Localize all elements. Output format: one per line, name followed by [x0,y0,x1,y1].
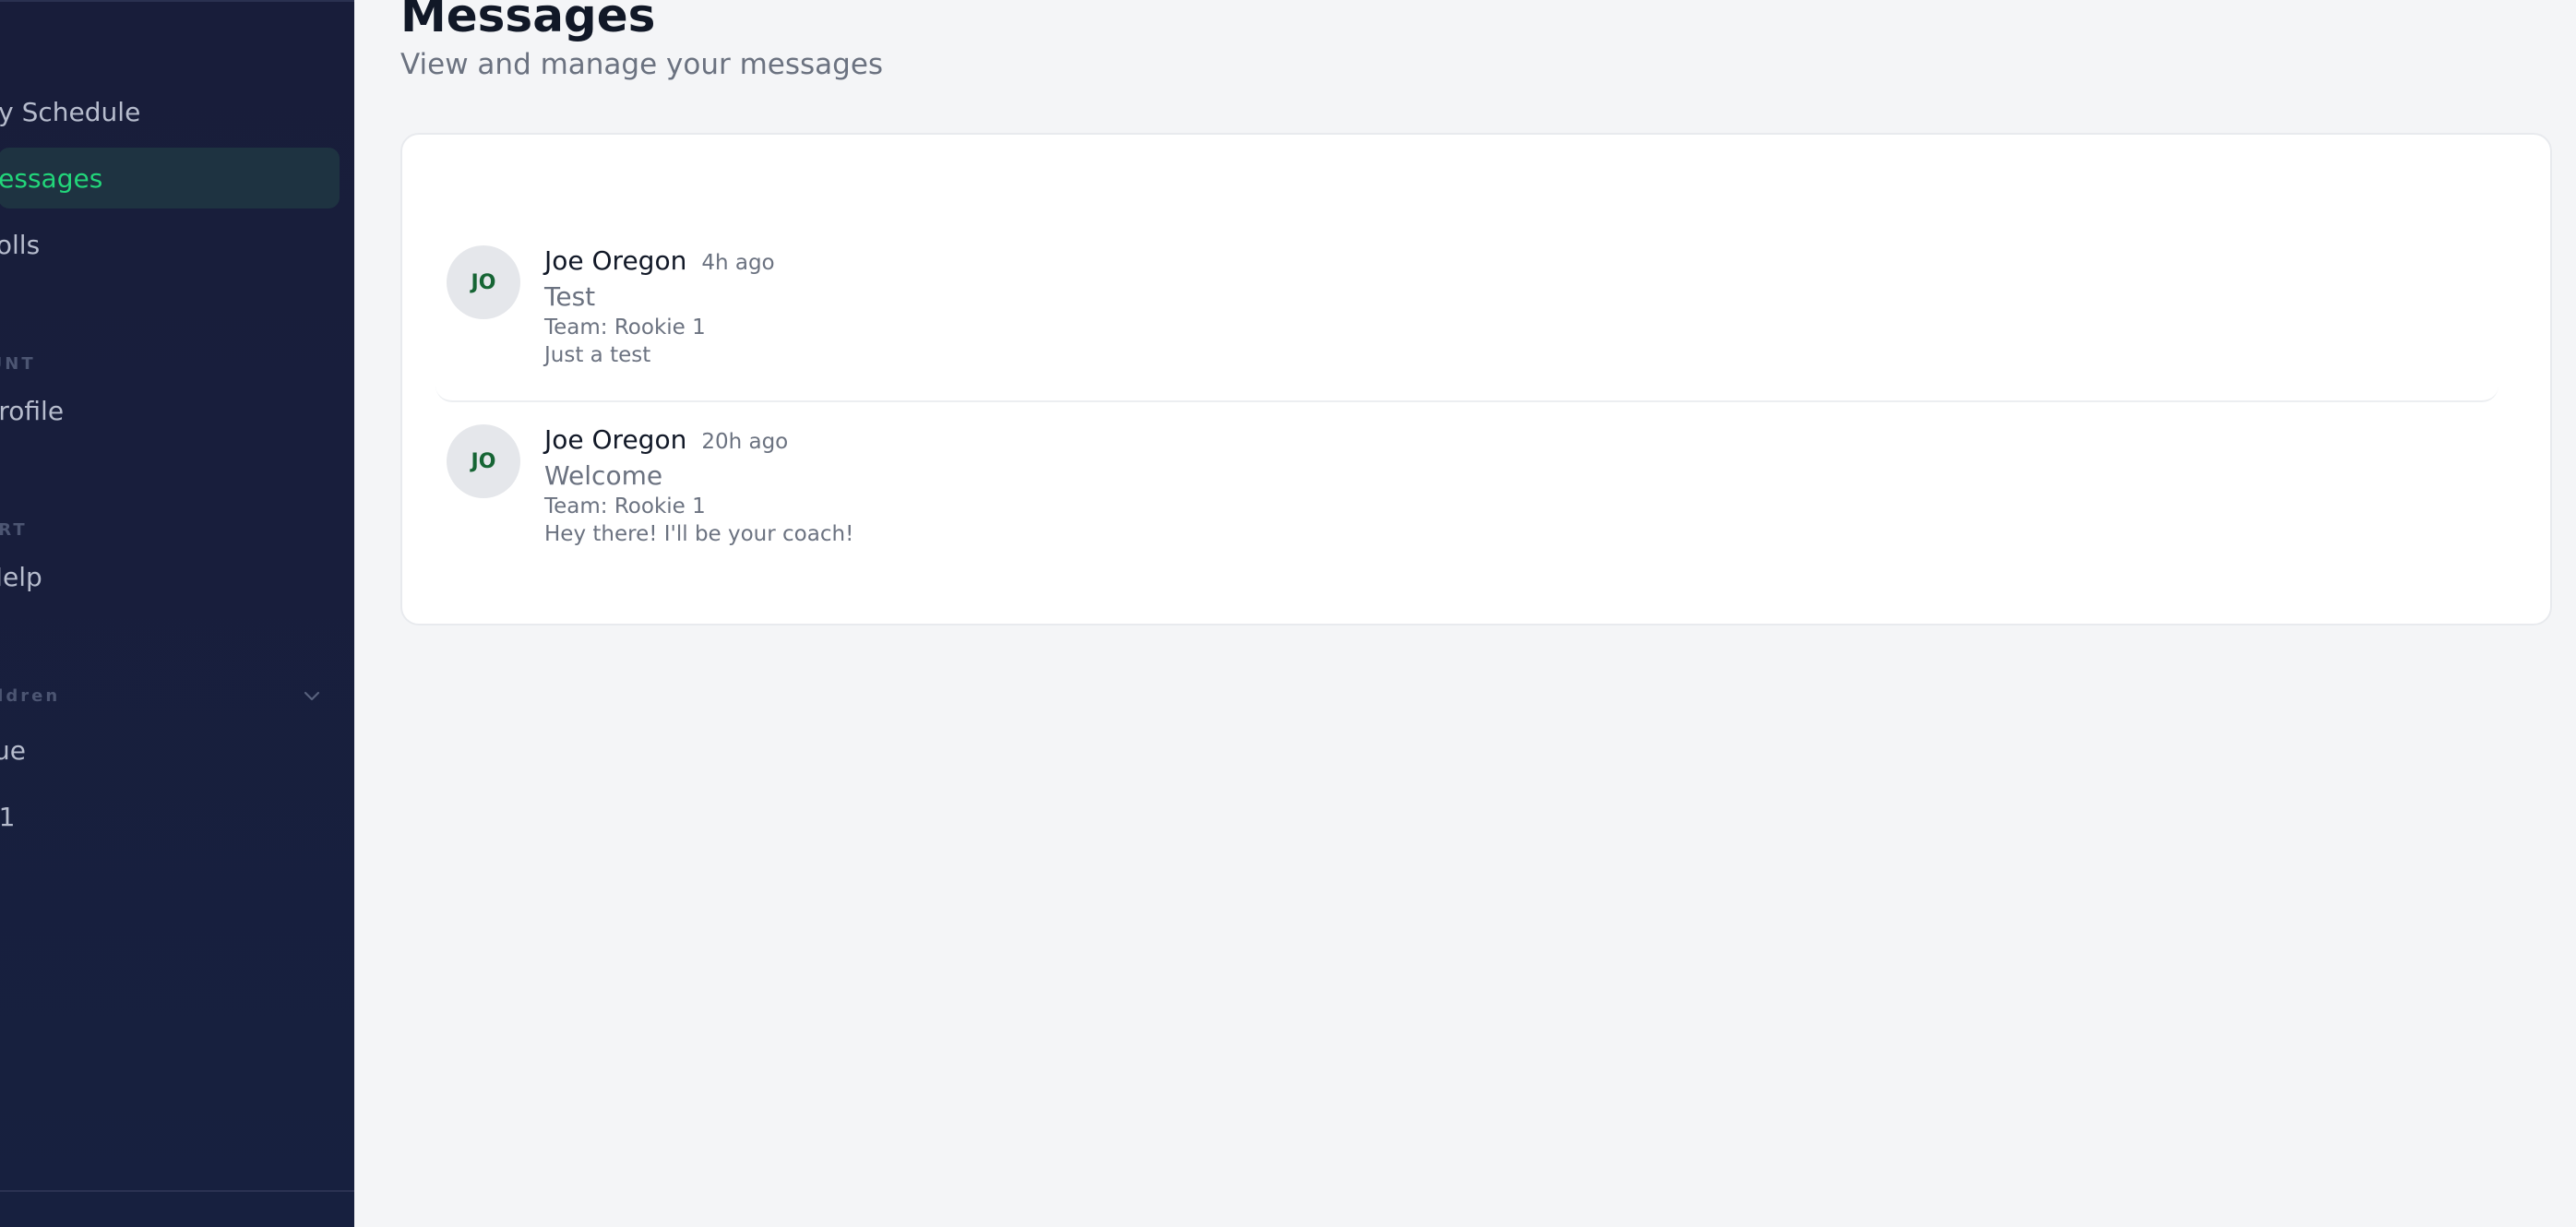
message-subject: Welcome [544,460,663,491]
page-subtitle: View and manage your messages [400,48,884,81]
sidebar-footer-divider [0,1190,354,1192]
section-label-account: ACCOUNT [0,354,36,374]
page-title: Messages [400,0,656,42]
sidebar-item-label: Messages [0,162,103,194]
sidebar-item-label: My Schedule [0,96,141,127]
sidebar-item-label: Polls [0,229,41,260]
message-preview: Just a test [544,343,651,367]
sidebar-item-label: Blue [0,734,26,766]
sidebar-item-label: Help [0,561,42,592]
message-header: Joe Oregon 4h ago [544,245,775,276]
sidebar-item-help[interactable]: Help [0,546,340,607]
section-label-children[interactable]: Children [0,686,60,706]
message-body: Joe Oregon 4h ago Test Team: Rookie 1 Ju… [544,245,775,367]
message-time: 4h ago [701,251,775,275]
section-label-support: SUPPORT [0,520,28,540]
chevron-down-icon[interactable] [301,685,323,707]
sidebar-item-label: Rookie 1 [0,801,16,832]
message-item[interactable]: JO Joe Oregon 20h ago Welcome Team: Rook… [435,406,2498,581]
sidebar-item-messages[interactable]: Messages [0,148,340,208]
message-item[interactable]: JO Joe Oregon 4h ago Test Team: Rookie 1… [435,227,2498,402]
message-sender: Joe Oregon [544,245,687,276]
sidebar: My Schedule Messages Polls ACCOUNT Profi… [0,0,354,1227]
messages-card: JO Joe Oregon 4h ago Test Team: Rookie 1… [400,133,2552,625]
message-team: Team: Rookie 1 [544,316,706,340]
message-team: Team: Rookie 1 [544,494,706,518]
sidebar-item-profile[interactable]: Profile [0,380,340,441]
sidebar-item-label: Profile [0,395,65,426]
sidebar-item-polls[interactable]: Polls [0,214,340,275]
sidebar-item-my-schedule[interactable]: My Schedule [0,81,340,142]
sidebar-item-child-blue[interactable]: Blue [0,720,340,780]
message-preview: Hey there! I'll be your coach! [544,522,854,546]
message-sender: Joe Oregon [544,424,687,455]
avatar: JO [447,245,520,319]
message-header: Joe Oregon 20h ago [544,424,853,455]
message-time: 20h ago [701,430,789,454]
message-body: Joe Oregon 20h ago Welcome Team: Rookie … [544,424,853,546]
message-subject: Test [544,281,596,312]
sidebar-item-child-rookie-1[interactable]: Rookie 1 [0,786,340,847]
avatar: JO [447,424,520,498]
